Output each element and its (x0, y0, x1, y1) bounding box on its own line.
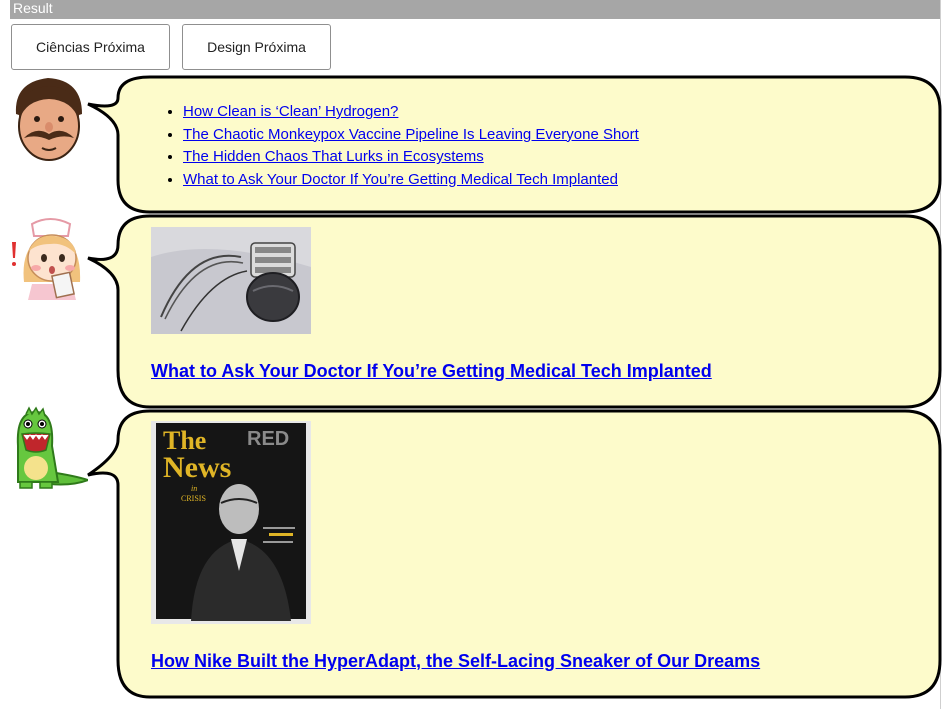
magazine-masthead: RED (247, 428, 289, 450)
article-link[interactable]: How Clean is ‘Clean’ Hydrogen? (183, 103, 398, 120)
list-item: The Hidden Chaos That Lurks in Ecosystem… (183, 147, 639, 166)
green-dinosaur-avatar-icon (10, 406, 88, 494)
article-link-list: How Clean is ‘Clean’ Hydrogen? The Chaot… (165, 102, 639, 192)
article-link[interactable]: The Chaotic Monkeypox Vaccine Pipeline I… (183, 126, 639, 143)
cover-subtitle-2: CRISIS (181, 494, 206, 503)
card-title-link[interactable]: How Nike Built the HyperAdapt, the Self-… (151, 651, 760, 672)
man-mustache-avatar-icon (10, 74, 88, 162)
list-item: The Chaotic Monkeypox Vaccine Pipeline I… (183, 125, 639, 144)
list-item: What to Ask Your Doctor If You’re Gettin… (183, 170, 639, 189)
list-item: How Clean is ‘Clean’ Hydrogen? (183, 102, 639, 121)
magazine-cover-image[interactable]: RED The News in CRISIS (151, 421, 311, 624)
pacemaker-device-image[interactable] (151, 227, 311, 334)
cover-subtitle-1: in (191, 484, 197, 493)
cover-headline-2: News (163, 451, 231, 484)
article-link[interactable]: The Hidden Chaos That Lurks in Ecosystem… (183, 148, 484, 165)
article-link[interactable]: What to Ask Your Doctor If You’re Gettin… (183, 171, 618, 188)
nurse-avatar-icon (10, 212, 88, 300)
card-title-link[interactable]: What to Ask Your Doctor If You’re Gettin… (151, 361, 712, 382)
